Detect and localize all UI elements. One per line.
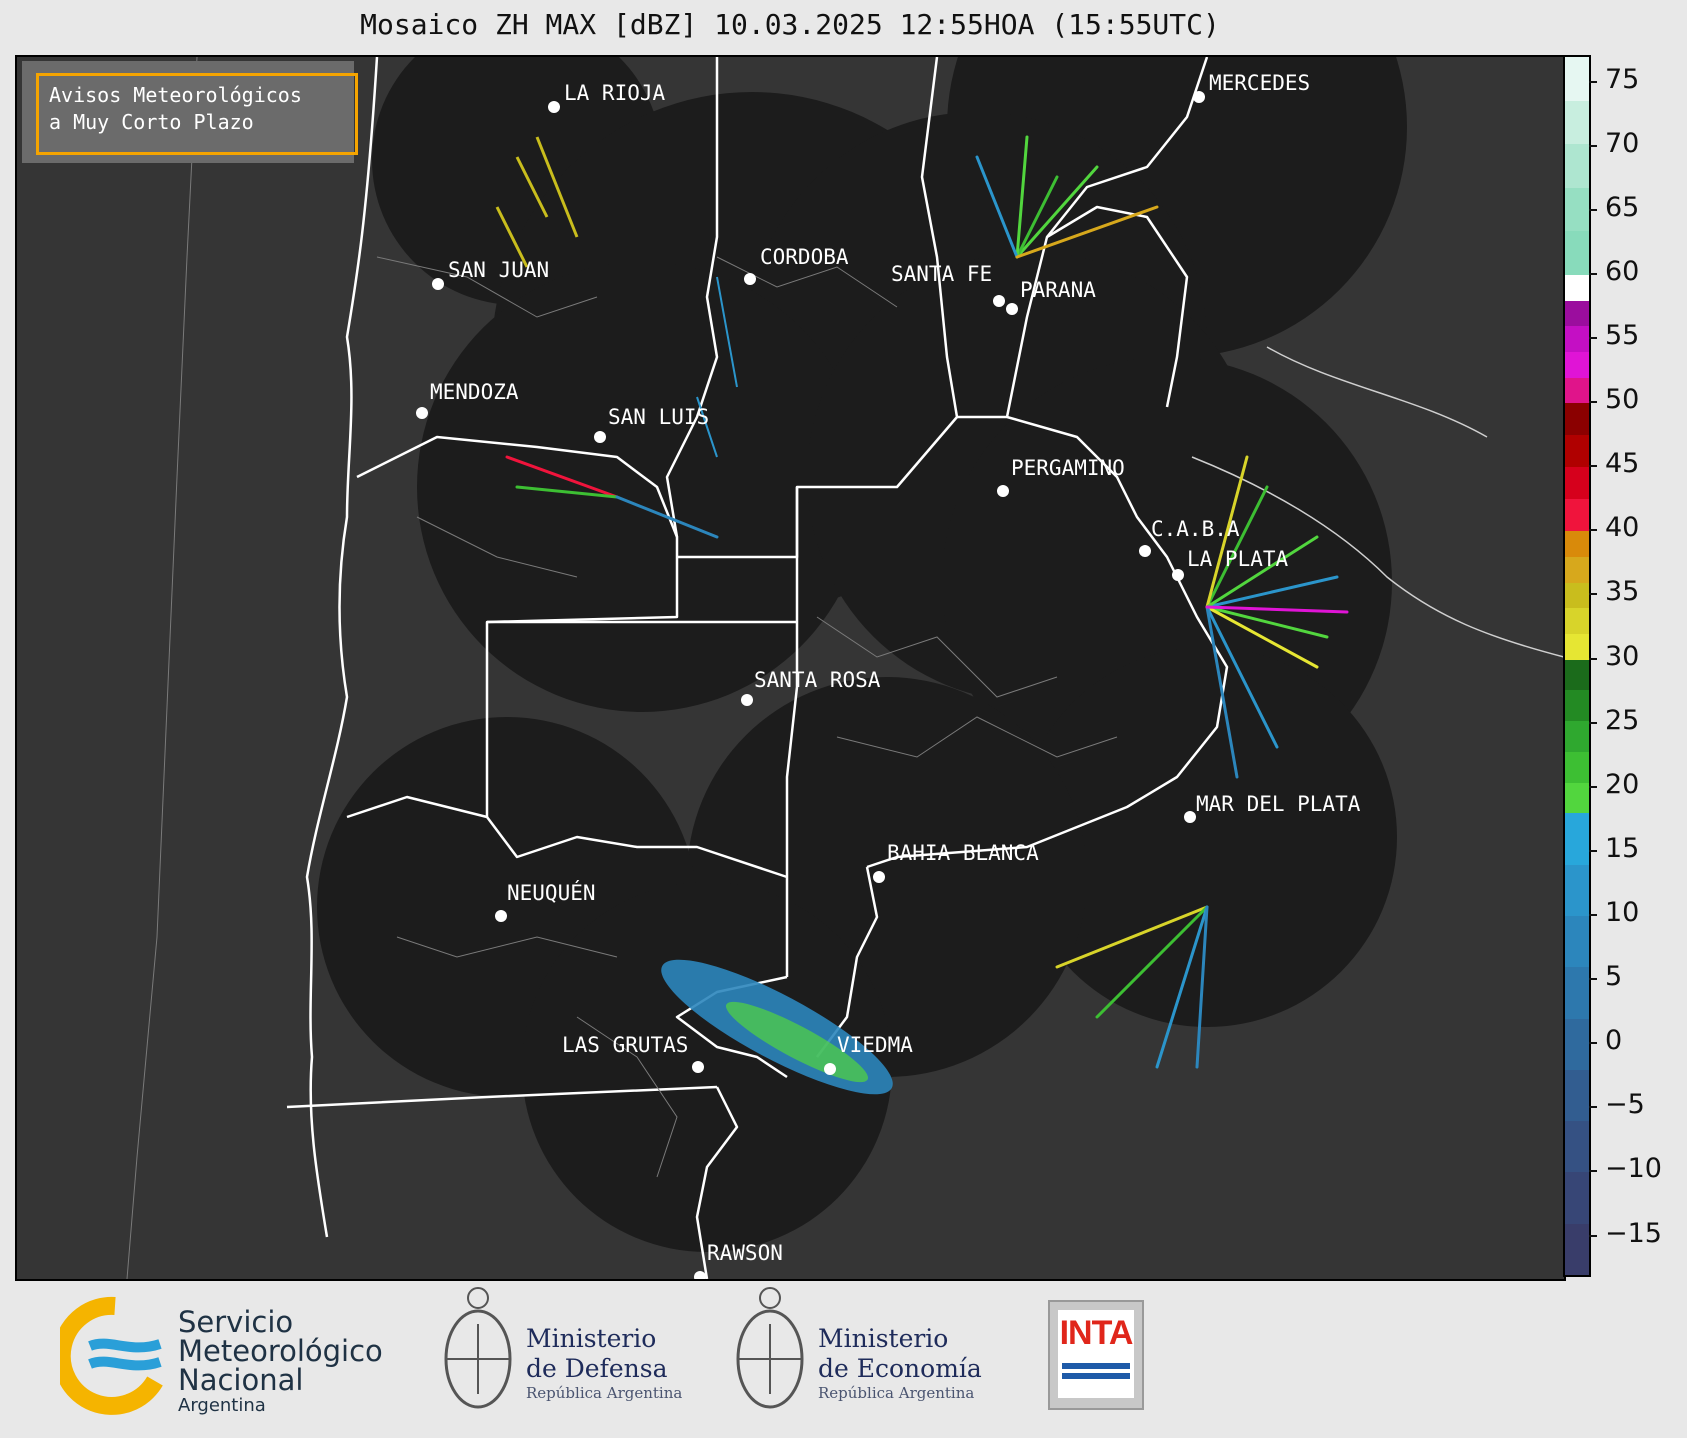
dbz-colorbar: [1563, 55, 1591, 1277]
colorbar-segment: [1565, 57, 1589, 102]
colorbar-tick-label: 40: [1588, 512, 1639, 543]
svg-text:BAHIA BLANCA: BAHIA BLANCA: [887, 841, 1039, 865]
colorbar-tick-label: 55: [1588, 320, 1639, 351]
economia-sub: República Argentina: [818, 1384, 975, 1402]
colorbar-segment: [1565, 435, 1589, 468]
defensa-line-2: de Defensa: [526, 1354, 668, 1383]
colorbar-segment: [1565, 967, 1589, 1020]
colorbar-tick-label: 15: [1588, 833, 1639, 864]
notice-box: Avisos Meteorológicos a Muy Corto Plazo: [22, 61, 358, 163]
ministerio-economia-logo: Ministerio de Economía República Argenti…: [730, 1284, 1000, 1424]
colorbar-tick-label: 45: [1588, 448, 1639, 479]
colorbar-segment: [1565, 300, 1589, 327]
svg-text:MAR DEL PLATA: MAR DEL PLATA: [1196, 792, 1361, 816]
svg-text:PERGAMINO: PERGAMINO: [1011, 456, 1125, 480]
coat-of-arms-icon: [736, 1287, 804, 1409]
colorbar-tick-label: 5: [1588, 961, 1622, 992]
svg-text:CORDOBA: CORDOBA: [760, 245, 849, 269]
radar-map[interactable]: LA RIOJA MERCEDES SAN JUAN CORDOBA SANTA…: [15, 55, 1566, 1281]
colorbar-tick-label: −10: [1589, 1153, 1662, 1184]
coat-of-arms-icon: [444, 1287, 512, 1409]
svg-text:SAN JUAN: SAN JUAN: [448, 258, 549, 282]
colorbar-segment: [1565, 100, 1589, 145]
economia-line-2: de Economía: [818, 1354, 982, 1383]
colorbar-tick-label: 50: [1588, 384, 1639, 415]
colorbar-segment: [1565, 326, 1589, 353]
svg-text:SANTA FE: SANTA FE: [891, 262, 992, 286]
smn-sub: Argentina: [178, 1395, 266, 1416]
colorbar-segment: [1565, 531, 1589, 558]
svg-text:MERCEDES: MERCEDES: [1209, 71, 1310, 95]
colorbar-tick-label: 10: [1588, 897, 1639, 928]
economia-line-1: Ministerio: [818, 1324, 949, 1353]
colorbar-tick-label: 60: [1588, 256, 1639, 287]
colorbar-tick-label: 75: [1588, 64, 1639, 95]
colorbar-tick-label: −5: [1589, 1089, 1645, 1120]
svg-text:RAWSON: RAWSON: [707, 1241, 783, 1265]
colorbar-segment: [1565, 231, 1589, 276]
colorbar-segment: [1565, 377, 1589, 404]
ministerio-defensa-logo: Ministerio de Defensa República Argentin…: [438, 1284, 698, 1424]
colorbar-segment: [1565, 813, 1589, 866]
colorbar-segment: [1565, 916, 1589, 968]
colorbar-tick-label: 35: [1588, 576, 1639, 607]
smn-logo: Servicio Meteorológico Nacional Argentin…: [60, 1296, 390, 1416]
colorbar-tick-label: 65: [1588, 192, 1639, 223]
colorbar-segment: [1565, 633, 1589, 661]
smn-line-3: Nacional: [178, 1363, 304, 1397]
colorbar-segment: [1565, 351, 1589, 379]
smn-line-1: Servicio: [178, 1305, 294, 1339]
svg-text:C.A.B.A: C.A.B.A: [1151, 517, 1240, 541]
smn-line-2: Meteorológico: [178, 1334, 383, 1368]
colorbar-segment: [1565, 721, 1589, 753]
inta-text: INTA: [1059, 1314, 1134, 1352]
notice-line-1: Avisos Meteorológicos: [49, 83, 302, 107]
colorbar-segment: [1565, 1018, 1589, 1071]
colorbar-segment: [1565, 274, 1589, 302]
colorbar-tick-label: 0: [1588, 1025, 1622, 1056]
colorbar-segment: [1565, 690, 1589, 722]
defensa-line-1: Ministerio: [526, 1324, 657, 1353]
inta-logo: INTA: [1048, 1300, 1144, 1410]
svg-text:VIEDMA: VIEDMA: [837, 1033, 913, 1057]
colorbar-segment: [1565, 403, 1589, 436]
smn-emblem-icon: [60, 1296, 163, 1415]
svg-text:MENDOZA: MENDOZA: [430, 380, 519, 404]
map-title: Mosaico ZH MAX [dBZ] 10.03.2025 12:55HOA…: [360, 8, 1220, 41]
svg-text:NEUQUÉN: NEUQUÉN: [507, 880, 596, 905]
colorbar-segment: [1565, 659, 1589, 691]
colorbar-segment: [1565, 608, 1589, 635]
svg-text:PARANA: PARANA: [1020, 278, 1096, 302]
svg-text:LA RIOJA: LA RIOJA: [564, 81, 666, 105]
notice-line-2: a Muy Corto Plazo: [49, 110, 254, 134]
colorbar-ticks: 75 70 65 60 55 50 45 40 35 30 25 20 15 10 5 0 −5 −10 −15: [1588, 55, 1683, 1277]
colorbar-segment: [1565, 1121, 1589, 1173]
svg-text:LAS GRUTAS: LAS GRUTAS: [562, 1033, 688, 1057]
colorbar-segment: [1565, 1223, 1589, 1275]
colorbar-segment: [1565, 187, 1589, 232]
colorbar-segment: [1565, 467, 1589, 500]
colorbar-segment: [1565, 1069, 1589, 1122]
colorbar-tick-label: −15: [1589, 1218, 1662, 1249]
colorbar-segment: [1565, 144, 1589, 189]
colorbar-tick-label: 70: [1588, 128, 1639, 159]
colorbar-segment: [1565, 499, 1589, 532]
colorbar-tick-label: 20: [1588, 769, 1639, 800]
footer-logos: Servicio Meteorológico Nacional Argentin…: [0, 1280, 1687, 1438]
colorbar-segment: [1565, 1172, 1589, 1225]
colorbar-segment: [1565, 782, 1589, 814]
colorbar-tick-label: 30: [1588, 641, 1639, 672]
colorbar-segment: [1565, 557, 1589, 584]
svg-text:LA PLATA: LA PLATA: [1187, 547, 1289, 571]
svg-text:SANTA ROSA: SANTA ROSA: [754, 668, 881, 692]
svg-text:SAN LUIS: SAN LUIS: [608, 405, 709, 429]
colorbar-segment: [1565, 751, 1589, 784]
defensa-sub: República Argentina: [526, 1384, 683, 1402]
colorbar-segment: [1565, 582, 1589, 609]
colorbar-tick-label: 25: [1588, 705, 1639, 736]
colorbar-segment: [1565, 864, 1589, 917]
